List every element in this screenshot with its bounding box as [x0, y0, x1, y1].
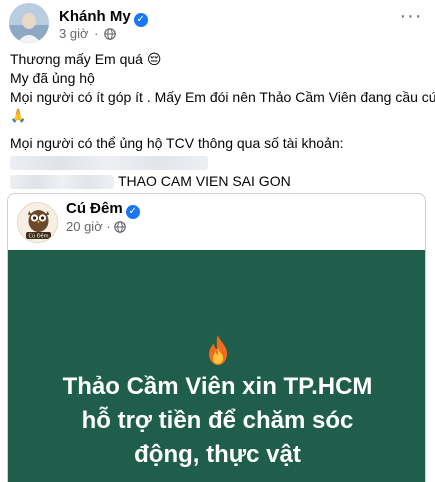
- post-time[interactable]: 3 giờ: [59, 26, 89, 41]
- shared-avatar-text: Cú Đêm: [28, 233, 48, 240]
- shared-author-avatar[interactable]: Cú Đêm: [17, 202, 58, 243]
- fire-icon: [209, 335, 227, 365]
- more-options-icon[interactable]: ···: [396, 6, 426, 31]
- post-line-4: 🙏: [10, 109, 27, 124]
- post-line-3: Mọi người có ít góp ít . Mấy Em đói nên …: [10, 89, 435, 105]
- shared-headline: Thảo Cầm Viên xin TP.HCM hỗ trợ tiền để …: [8, 370, 425, 472]
- shared-post-meta: 20 giờ ·: [66, 219, 127, 234]
- account-name: THAO CAM VIEN SAI GON: [118, 173, 291, 189]
- verified-icon: ✓: [133, 13, 148, 27]
- post-text: Thương mấy Em quá 😔 My đã ủng hộ Mọi ngư…: [10, 50, 435, 191]
- headline-line-2: hỗ trợ tiền để chăm sóc: [81, 407, 354, 434]
- shared-post[interactable]: Cú Đêm Cú Đêm ✓ 20 giờ · Thảo Cầm Viên xi…: [7, 193, 426, 482]
- shared-author-name[interactable]: Cú Đêm ✓: [66, 200, 140, 219]
- post-line-2: My đã ủng hộ: [10, 70, 95, 86]
- globe-icon: [114, 221, 127, 233]
- shared-post-image[interactable]: Thảo Cầm Viên xin TP.HCM hỗ trợ tiền để …: [8, 250, 425, 482]
- feed-post: Khánh My ✓ 3 giờ · ··· Thương mấy Em quá …: [0, 0, 435, 482]
- meta-separator: ·: [106, 219, 111, 234]
- globe-icon: [104, 28, 116, 40]
- post-line-1: Thương mấy Em quá 😔: [10, 51, 162, 67]
- post-header: Khánh My ✓ 3 giờ · ···: [9, 3, 426, 43]
- account-name-row: THAO CAM VIEN SAI GON: [10, 172, 425, 191]
- verified-icon: ✓: [125, 205, 140, 219]
- blurred-account-number: [10, 153, 425, 172]
- blurred-block: [10, 156, 208, 170]
- author-name[interactable]: Khánh My ✓: [59, 8, 148, 27]
- author-name-text[interactable]: Khánh My: [59, 8, 131, 25]
- author-avatar[interactable]: [9, 3, 49, 43]
- headline-line-3: động, thực vật: [134, 441, 301, 468]
- headline-line-1: Thảo Cầm Viên xin TP.HCM: [62, 373, 373, 400]
- post-meta: 3 giờ ·: [59, 26, 116, 41]
- meta-separator: ·: [94, 26, 99, 41]
- shared-author-name-text[interactable]: Cú Đêm: [66, 200, 123, 217]
- shared-post-time[interactable]: 20 giờ: [66, 219, 103, 234]
- post-line-5: Mọi người có thể ủng hộ TCV thông qua số…: [10, 135, 344, 151]
- blurred-block: [10, 175, 114, 189]
